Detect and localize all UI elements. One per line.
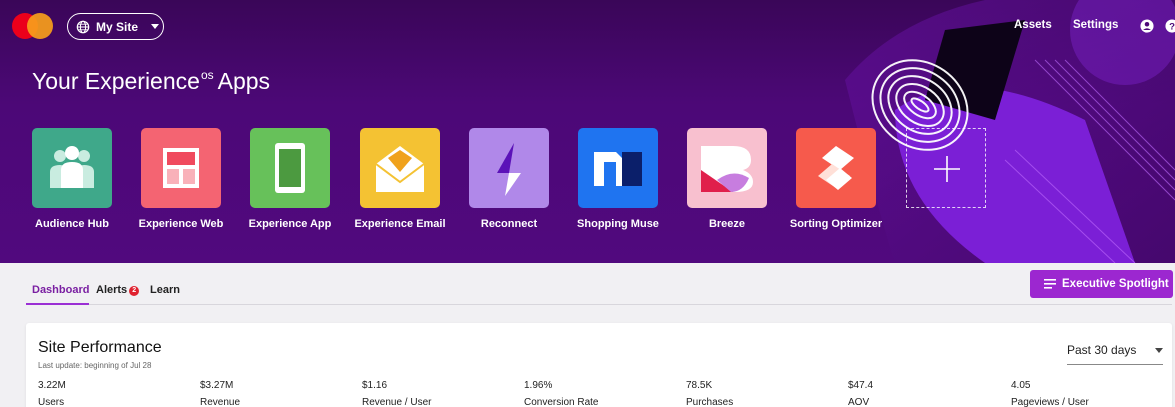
app-shopping-muse[interactable]: Shopping Muse — [577, 128, 659, 230]
tab-bar: Dashboard Alerts 2 Learn — [0, 263, 1175, 313]
metric-label: Revenue / User — [362, 397, 432, 407]
add-app-button[interactable] — [906, 128, 986, 208]
metric-revenue-per-user: $1.16 Revenue / User — [362, 380, 431, 407]
metric-conversion-rate: 1.96% Conversion Rate — [524, 380, 598, 407]
metric-value: $3.27M — [200, 380, 234, 391]
app-breeze[interactable]: Breeze — [687, 128, 767, 230]
date-range-select[interactable]: Past 30 days — [1067, 343, 1163, 361]
menu-lines-icon — [1044, 279, 1056, 289]
select-underline — [1067, 364, 1163, 365]
site-selector[interactable]: My Site — [67, 13, 164, 40]
globe-icon — [76, 20, 90, 33]
title-end: Apps — [217, 68, 271, 94]
shopping-muse-icon — [594, 152, 642, 186]
app-label: Reconnect — [480, 218, 538, 230]
nav-settings[interactable]: Settings — [1073, 19, 1118, 31]
app-label: Experience Email — [354, 218, 446, 230]
metric-pageviews-per-user: 4.05 Pageviews / User — [1011, 380, 1089, 407]
metric-label: Users — [38, 397, 65, 407]
last-update-text: Last update: beginning of Jul 28 — [38, 361, 152, 370]
app-tile[interactable] — [32, 128, 112, 208]
site-performance-card: Site Performance Last update: beginning … — [26, 323, 1172, 407]
app-audience-hub[interactable]: Audience Hub — [32, 128, 112, 230]
hero-banner: My Site Assets Settings ? Your Experienc… — [0, 0, 1175, 263]
metric-label: AOV — [848, 397, 870, 407]
app-reconnect[interactable]: Reconnect — [469, 128, 549, 230]
metric-label: Revenue — [200, 397, 241, 407]
page-title: Your Experienceos Apps — [32, 68, 270, 95]
active-tab-indicator — [26, 303, 89, 305]
tab-alerts-label: Alerts — [96, 284, 128, 296]
app-tile[interactable] — [141, 128, 221, 208]
metric-value: $47.4 — [848, 380, 874, 391]
app-label: Sorting Optimizer — [789, 218, 883, 230]
app-label: Breeze — [708, 218, 746, 230]
card-title: Site Performance — [38, 339, 162, 356]
executive-spotlight-button[interactable]: Executive Spotlight — [1030, 270, 1173, 298]
app-tile[interactable] — [250, 128, 330, 208]
metric-value: $1.16 — [362, 380, 388, 391]
envelope-icon — [375, 146, 425, 192]
app-experience-email[interactable]: Experience Email — [354, 128, 446, 230]
top-bar: My Site Assets Settings ? — [0, 0, 1175, 52]
user-account-icon[interactable] — [1140, 19, 1154, 33]
alerts-count-badge: 2 — [129, 286, 140, 296]
metric-purchases: 78.5K Purchases — [686, 380, 733, 407]
app-label: Shopping Muse — [577, 218, 659, 230]
brand-logo — [12, 13, 54, 39]
plus-icon — [934, 156, 960, 182]
app-sorting-optimizer[interactable]: Sorting Optimizer — [790, 128, 882, 230]
metric-value: 3.22M — [38, 380, 66, 391]
app-label: Experience App — [248, 218, 332, 230]
metric-revenue: $3.27M Revenue — [200, 380, 240, 407]
help-icon[interactable]: ? — [1165, 19, 1175, 33]
svg-text:?: ? — [1169, 22, 1175, 33]
date-range-value: Past 30 days — [1067, 343, 1137, 357]
lightning-bolt-icon — [497, 143, 521, 196]
site-selector-label: My Site — [96, 19, 139, 34]
metric-label: Conversion Rate — [524, 397, 599, 407]
sorting-optimizer-icon — [818, 146, 854, 190]
title-main: Your Experience — [32, 68, 200, 94]
breeze-icon — [701, 146, 753, 192]
app-label: Audience Hub — [35, 218, 109, 230]
nav-assets[interactable]: Assets — [1014, 19, 1052, 31]
metric-label: Pageviews / User — [1011, 397, 1089, 407]
app-tile[interactable] — [469, 128, 549, 208]
metric-label: Purchases — [686, 397, 734, 407]
tab-alerts[interactable]: Alerts 2 — [96, 284, 140, 296]
app-experience-app[interactable]: Experience App — [249, 128, 331, 230]
experience-app-icon — [275, 143, 305, 193]
experience-web-icon — [163, 148, 199, 188]
chevron-down-icon — [151, 24, 160, 29]
app-tile[interactable] — [687, 128, 767, 208]
audience-hub-icon — [50, 146, 94, 188]
tab-divider — [26, 304, 1172, 305]
metric-value: 4.05 — [1011, 380, 1031, 391]
metric-aov: $47.4 AOV — [848, 380, 873, 407]
app-tile[interactable] — [796, 128, 876, 208]
executive-spotlight-label: Executive Spotlight — [1062, 278, 1169, 290]
metric-value: 1.96% — [524, 380, 553, 391]
chevron-down-icon — [1155, 348, 1163, 353]
app-tile[interactable] — [578, 128, 658, 208]
app-experience-web[interactable]: Experience Web — [139, 128, 223, 230]
title-superscript: os — [200, 68, 214, 82]
app-label: Experience Web — [138, 218, 224, 230]
metric-value: 78.5K — [686, 380, 713, 391]
app-tile[interactable] — [360, 128, 440, 208]
tab-dashboard[interactable]: Dashboard — [32, 284, 89, 296]
tab-learn[interactable]: Learn — [150, 284, 180, 296]
metric-users: 3.22M Users — [38, 380, 66, 407]
